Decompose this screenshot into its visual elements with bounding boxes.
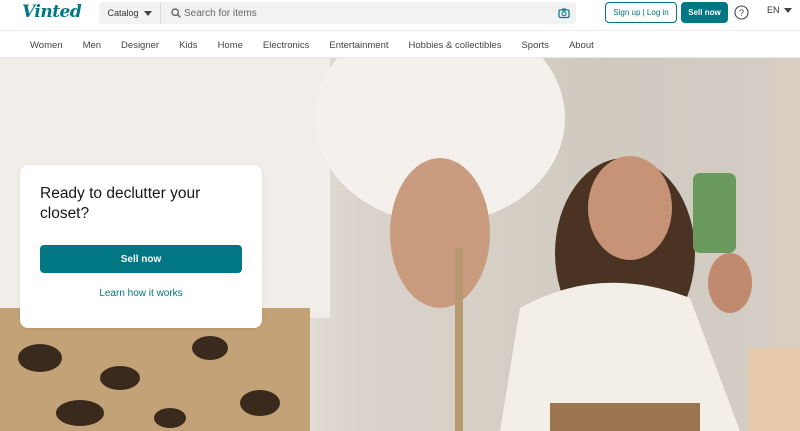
language-label: EN — [767, 5, 780, 15]
nav-item-women[interactable]: Women — [30, 40, 63, 51]
catalog-label: Catalog — [107, 8, 139, 18]
nav-item-kids[interactable]: Kids — [179, 40, 197, 51]
sell-now-button[interactable]: Sell now — [40, 245, 242, 273]
language-selector[interactable]: EN — [767, 5, 792, 15]
help-icon[interactable]: ? — [734, 5, 749, 20]
category-list: Women Men Designer Kids Home Electronics… — [30, 31, 614, 59]
signup-login-button[interactable]: Sign up | Log in — [605, 2, 677, 23]
svg-text:?: ? — [739, 8, 744, 18]
top-header: Vinted Catalog Sign up | Log in Sell now… — [0, 0, 800, 27]
nav-item-sports[interactable]: Sports — [521, 40, 548, 51]
sell-promo-card: Ready to declutter your closet? Sell now… — [20, 165, 262, 328]
vinted-logo[interactable]: Vinted — [22, 2, 82, 22]
search-input[interactable] — [184, 4, 544, 22]
nav-item-entertainment[interactable]: Entertainment — [329, 40, 388, 51]
search-bar: Catalog — [99, 2, 576, 24]
catalog-dropdown[interactable]: Catalog — [99, 2, 161, 24]
nav-item-hobbies[interactable]: Hobbies & collectibles — [409, 40, 502, 51]
sell-now-header-button[interactable]: Sell now — [681, 2, 728, 23]
nav-item-home[interactable]: Home — [218, 40, 243, 51]
chevron-down-icon — [143, 10, 152, 16]
chevron-down-icon — [783, 7, 792, 13]
search-icon — [171, 8, 181, 18]
learn-how-link[interactable]: Learn how it works — [40, 288, 242, 299]
promo-title: Ready to declutter your closet? — [40, 185, 201, 222]
camera-icon[interactable] — [558, 7, 570, 19]
nav-item-designer[interactable]: Designer — [121, 40, 159, 51]
hero-banner: Ready to declutter your closet? Sell now… — [0, 58, 800, 431]
nav-item-electronics[interactable]: Electronics — [263, 40, 309, 51]
nav-item-men[interactable]: Men — [83, 40, 101, 51]
category-nav: Women Men Designer Kids Home Electronics… — [0, 30, 800, 58]
nav-item-about[interactable]: About — [569, 40, 594, 51]
